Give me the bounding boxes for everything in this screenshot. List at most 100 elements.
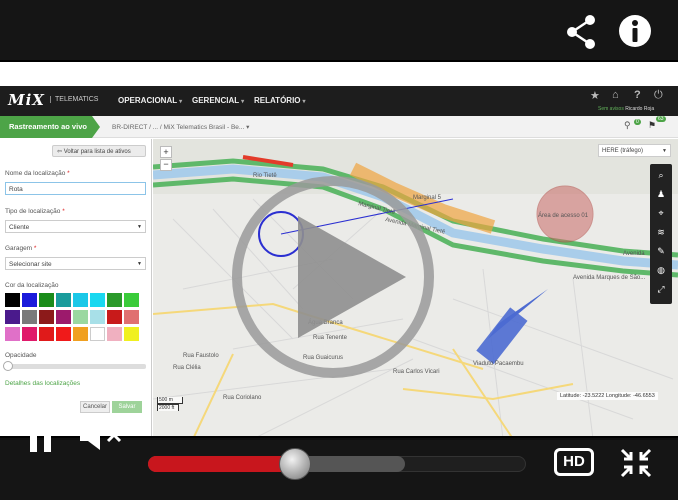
color-swatch[interactable] <box>5 293 20 307</box>
info-icon[interactable] <box>618 14 652 48</box>
opacity-slider-handle[interactable] <box>3 361 13 371</box>
progress-played <box>148 456 296 472</box>
color-swatch[interactable] <box>124 327 139 341</box>
color-swatch[interactable] <box>56 327 71 341</box>
caret-down-icon: ▾ <box>241 99 245 105</box>
zoom-out-button[interactable]: − <box>160 159 172 171</box>
map-label-r4: Rua Coriolano <box>223 395 262 401</box>
crosshair-icon[interactable]: ⌖ <box>650 204 672 223</box>
color-swatch[interactable] <box>90 310 105 324</box>
hd-button[interactable]: HD <box>554 448 594 476</box>
exit-fullscreen-icon[interactable] <box>620 448 652 478</box>
select-value: HERE (tráfego) <box>602 148 644 154</box>
breadcrumb[interactable]: BR-DIRECT / ... / MiX Telematics Brasil … <box>112 123 249 131</box>
color-swatch[interactable] <box>5 327 20 341</box>
color-swatch[interactable] <box>22 327 37 341</box>
color-swatch-grid <box>5 293 145 343</box>
caret-down-icon: ▾ <box>302 99 306 105</box>
color-swatch[interactable] <box>39 327 54 341</box>
back-label: Voltar para lista de ativos <box>63 149 131 155</box>
color-swatch[interactable] <box>124 293 139 307</box>
color-swatch[interactable] <box>73 310 88 324</box>
cancel-button[interactable]: Cancelar <box>80 401 110 413</box>
breadcrumb-bar: Rastreamento ao vivo BR-DIRECT / ... / M… <box>0 116 678 138</box>
home-icon[interactable]: ⌂ <box>612 89 619 101</box>
map-label-r5: Rua Faustolo <box>183 353 219 359</box>
location-type-label: Tipo de localização * <box>5 208 65 215</box>
map-label-r3: Rua Clélia <box>173 365 201 371</box>
search-icon[interactable]: ⌕ <box>650 166 672 185</box>
globe-icon[interactable]: ◍ <box>650 261 672 280</box>
map-label-marques: Avenida Marques de São... <box>573 275 646 281</box>
garage-label: Garagem * <box>5 245 37 252</box>
menu-gerencial[interactable]: GERENCIAL ▾ <box>192 96 244 105</box>
color-swatch[interactable] <box>90 293 105 307</box>
menu-operacional[interactable]: OPERACIONAL ▾ <box>118 96 182 105</box>
menu-relatorio[interactable]: RELATÓRIO ▾ <box>254 96 306 105</box>
scale-meters: 500 m <box>157 397 183 404</box>
color-swatch[interactable] <box>56 293 71 307</box>
menu-label: GERENCIAL <box>192 96 240 105</box>
map-layer-select[interactable]: HERE (tráfego) ▼ <box>598 144 671 157</box>
help-icon[interactable]: ? <box>634 89 641 101</box>
map-label-zone: Área de acesso 01 <box>538 212 589 219</box>
back-to-assets-button[interactable]: ⇦ Voltar para lista de ativos <box>52 145 146 157</box>
label-text: Tipo de localização <box>5 208 61 215</box>
wrench-icon[interactable]: ✎ <box>650 242 672 261</box>
garage-select[interactable]: Selecionar site ▼ <box>5 257 146 270</box>
save-button[interactable]: Salvar <box>112 401 142 413</box>
color-swatch[interactable] <box>107 327 122 341</box>
color-swatch[interactable] <box>107 310 122 324</box>
star-icon[interactable]: ★ <box>590 89 600 102</box>
pause-icon[interactable] <box>30 420 52 452</box>
map-label-viaduto: Viaduto Pacaembu <box>473 361 524 367</box>
map-coordinates: Latitude: -23.5222 Longitude: -46.6553 <box>557 392 658 400</box>
fullscreen-icon[interactable]: ⤢ <box>650 280 672 299</box>
arrow-left-icon: ⇦ <box>57 149 64 155</box>
caret-down-icon: ▼ <box>137 224 142 230</box>
map-toolbar: ⌕ ♟ ⌖ ≋ ✎ ◍ ⤢ <box>650 164 672 304</box>
caret-down-icon: ▼ <box>137 261 142 267</box>
mute-icon[interactable] <box>80 420 126 450</box>
play-overlay-icon[interactable] <box>230 174 436 380</box>
share-icon[interactable] <box>566 14 598 50</box>
traffic-icon[interactable]: ♟ <box>650 185 672 204</box>
location-pin-icon[interactable]: ⚲ <box>624 120 631 131</box>
color-swatch[interactable] <box>56 310 71 324</box>
opacity-label: Opacidade <box>5 352 37 359</box>
video-frame[interactable]: MiX TELEMATICS OPERACIONAL ▾ GERENCIAL ▾ R… <box>0 60 678 438</box>
location-name-label: Nome da localização * <box>5 170 70 177</box>
select-value: Cliente <box>9 224 30 231</box>
power-icon[interactable]: ⏻ <box>654 89 663 102</box>
color-swatch[interactable] <box>90 327 105 341</box>
live-tracking-tab[interactable]: Rastreamento ao vivo <box>0 116 100 138</box>
logo-subtitle: TELEMATICS <box>50 96 98 103</box>
color-swatch[interactable] <box>73 327 88 341</box>
flag-icon[interactable]: ⚑ <box>648 120 656 131</box>
location-details-link[interactable]: Detalhes das localizações <box>5 380 80 387</box>
location-name-input[interactable]: Rota <box>5 182 146 195</box>
color-swatch[interactable] <box>73 293 88 307</box>
color-swatch[interactable] <box>22 293 37 307</box>
flag-badge: 63 <box>656 116 666 122</box>
notification-badge: 0 <box>634 119 641 125</box>
scale-feet: 2000 ft <box>157 404 179 411</box>
color-label: Cor da localização <box>5 282 59 289</box>
color-swatch[interactable] <box>39 293 54 307</box>
location-form-panel: ⇦ Voltar para lista de ativos Nome da lo… <box>0 139 152 436</box>
opacity-slider-track[interactable] <box>5 364 146 369</box>
color-swatch[interactable] <box>22 310 37 324</box>
map-label-avenida-right: Avenida <box>623 251 645 257</box>
layers-icon[interactable]: ≋ <box>650 223 672 242</box>
player-top-bar <box>0 0 678 60</box>
app-navbar: MiX TELEMATICS OPERACIONAL ▾ GERENCIAL ▾ R… <box>0 86 678 116</box>
color-swatch[interactable] <box>124 310 139 324</box>
location-type-select[interactable]: Cliente ▼ <box>5 220 146 233</box>
color-swatch[interactable] <box>39 310 54 324</box>
user-info[interactable]: Sem avisos Ricardo Roja <box>598 106 654 112</box>
color-swatch[interactable] <box>5 310 20 324</box>
color-swatch[interactable] <box>107 293 122 307</box>
select-value: Selecionar site <box>9 261 52 268</box>
label-text: Garagem <box>5 245 33 252</box>
zoom-in-button[interactable]: + <box>160 146 172 158</box>
